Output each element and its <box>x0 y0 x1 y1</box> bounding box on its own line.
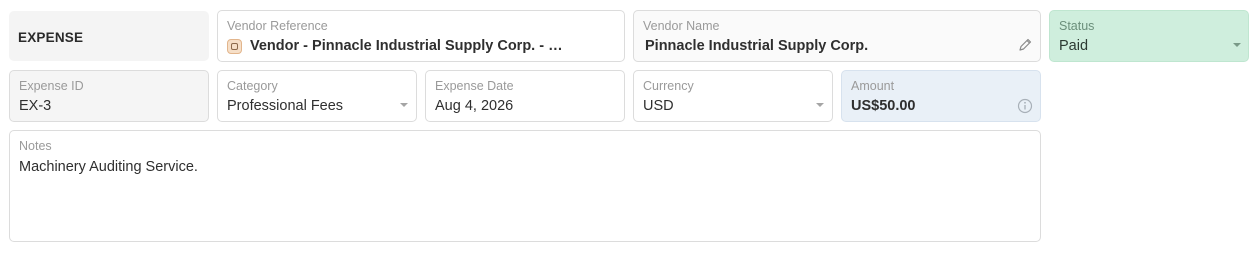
status-label: Status <box>1059 19 1095 33</box>
vendor-name-label: Vendor Name <box>643 19 720 33</box>
currency-value[interactable]: USD <box>643 98 674 114</box>
currency-select[interactable]: Currency USD <box>633 70 833 122</box>
amount-value: US$50.00 <box>851 98 916 114</box>
expense-date-value[interactable]: Aug 4, 2026 <box>435 98 513 114</box>
notes-label: Notes <box>19 139 52 153</box>
expense-id-field: Expense ID EX-3 <box>9 70 209 122</box>
expense-id-label: Expense ID <box>19 79 84 93</box>
chevron-down-icon[interactable] <box>400 103 408 107</box>
vendor-name-field[interactable]: Vendor Name Pinnacle Industrial Supply C… <box>633 10 1041 62</box>
vendor-reference-label: Vendor Reference <box>227 19 328 33</box>
pencil-icon[interactable] <box>1017 37 1033 53</box>
amount-label: Amount <box>851 79 895 93</box>
currency-label: Currency <box>643 79 694 93</box>
vendor-reference-value[interactable]: Vendor - Pinnacle Industrial Supply Corp… <box>250 38 570 54</box>
category-label: Category <box>227 79 278 93</box>
amount-field: Amount US$50.00 <box>841 70 1041 122</box>
vendor-name-value: Pinnacle Industrial Supply Corp. <box>645 38 869 54</box>
info-icon[interactable] <box>1017 98 1033 114</box>
vendor-reference-field[interactable]: Vendor Reference Vendor - Pinnacle Indus… <box>217 10 831 62</box>
building-icon <box>227 39 242 54</box>
notes-value[interactable]: Machinery Auditing Service. <box>19 159 198 175</box>
form-title-cell: EXPENSE <box>9 11 209 61</box>
notes-textarea[interactable]: Notes Machinery Auditing Service. <box>9 130 1041 242</box>
category-value[interactable]: Professional Fees <box>227 98 343 114</box>
status-value[interactable]: Paid <box>1059 38 1088 54</box>
form-title: EXPENSE <box>18 30 84 45</box>
expense-id-value: EX-3 <box>19 98 52 114</box>
chevron-down-icon[interactable] <box>1233 43 1241 47</box>
expense-date-field[interactable]: Expense Date Aug 4, 2026 <box>425 70 625 122</box>
category-select[interactable]: Category Professional Fees <box>217 70 417 122</box>
expense-date-label: Expense Date <box>435 79 514 93</box>
status-select[interactable]: Status Paid <box>1049 10 1249 62</box>
chevron-down-icon[interactable] <box>816 103 824 107</box>
